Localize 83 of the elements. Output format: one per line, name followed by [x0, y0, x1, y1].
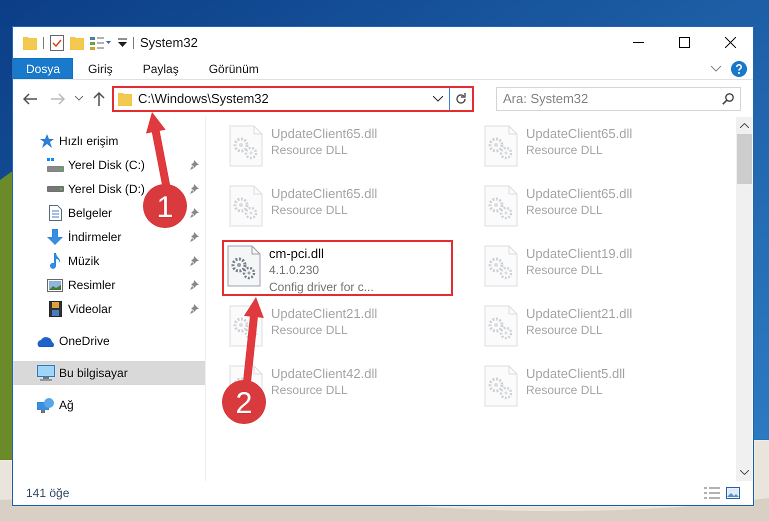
file-detail: Resource DLL	[526, 262, 604, 279]
file-detail: Resource DLL	[526, 142, 604, 159]
document-icon	[48, 205, 62, 221]
file-name: UpdateClient19.dll	[526, 245, 632, 262]
drive-icon	[46, 158, 64, 172]
large-icons-view-icon[interactable]	[726, 487, 740, 499]
minimize-icon	[632, 42, 644, 43]
file-detail: Resource DLL	[271, 142, 349, 159]
back-arrow-icon[interactable]	[23, 92, 37, 104]
chevron-down-icon[interactable]	[740, 470, 749, 475]
navigation-item[interactable]: OneDrive	[59, 332, 110, 350]
navigation-item[interactable]: Resimler	[68, 276, 116, 294]
chevron-up-icon[interactable]	[740, 123, 749, 128]
pin-icon[interactable]	[190, 256, 199, 266]
film-icon	[48, 301, 62, 317]
details-view-icon[interactable]	[704, 487, 720, 499]
folder-icon	[118, 91, 132, 106]
step-number-badge: 1	[143, 184, 187, 228]
drive-icon	[46, 185, 64, 193]
file-name: UpdateClient65.dll	[526, 125, 632, 142]
pin-icon[interactable]	[190, 280, 199, 290]
highlighted-file-tile[interactable]: cm-pci.dll 4.1.0.230 Config driver for c...	[224, 242, 451, 294]
network-icon	[37, 397, 55, 413]
file-name: UpdateClient5.dll	[526, 365, 626, 382]
music-note-icon	[50, 253, 60, 269]
navigation-item[interactable]: Bu bilgisayar	[59, 364, 128, 382]
file-detail: Resource DLL	[271, 202, 349, 219]
search-icon[interactable]	[722, 92, 734, 104]
search-field[interactable]: Ara: System32	[496, 86, 741, 110]
ribbon-tab[interactable]: Dosya	[13, 58, 74, 79]
address-bar[interactable]: C:\Windows\System32	[112, 86, 474, 112]
navigation-item[interactable]: Videolar	[68, 300, 112, 318]
navigation-item[interactable]: Hızlı erişim	[59, 132, 118, 150]
file-detail: Resource DLL	[526, 382, 604, 399]
pin-icon[interactable]	[190, 160, 199, 170]
window-title: System32	[140, 34, 198, 52]
pin-icon[interactable]	[190, 208, 199, 218]
file-detail: Config driver for c...	[269, 279, 374, 296]
dropdown-icon[interactable]	[118, 38, 127, 48]
ribbon-tab[interactable]: Paylaş	[128, 58, 194, 79]
selected-navigation-row[interactable]: Bu bilgisayar	[13, 361, 205, 385]
navigation-item[interactable]: Müzik	[68, 252, 100, 270]
file-name: UpdateClient21.dll	[271, 305, 378, 322]
file-name: UpdateClient65.dll	[271, 185, 378, 202]
scrollbar[interactable]	[736, 117, 753, 481]
navigation-item[interactable]: Belgeler	[68, 204, 112, 222]
up-arrow-icon[interactable]	[93, 92, 105, 106]
navigation-item[interactable]: Ağ	[59, 396, 74, 414]
help-icon[interactable]	[731, 60, 747, 76]
file-detail: 4.1.0.230	[269, 262, 320, 279]
item-count: 141 öğe	[26, 485, 70, 502]
file-detail: Resource DLL	[271, 322, 349, 339]
file-detail: Resource DLL	[526, 202, 604, 219]
maximize-icon	[678, 37, 690, 48]
refresh-icon[interactable]	[455, 92, 467, 104]
file-name: UpdateClient42.dll	[271, 365, 378, 382]
pin-icon[interactable]	[190, 232, 199, 242]
ribbon-tab[interactable]: Giriş	[73, 58, 128, 79]
file-detail: Resource DLL	[526, 322, 604, 339]
ribbon-tab[interactable]: Görünüm	[194, 58, 274, 79]
picture-icon	[47, 278, 63, 292]
star-icon	[38, 134, 54, 148]
cloud-icon	[37, 336, 55, 346]
address-path: C:\Windows\System32	[138, 90, 269, 108]
pin-icon[interactable]	[190, 184, 199, 194]
gear-file-icon	[227, 245, 261, 287]
file-name: UpdateClient21.dll	[526, 305, 632, 322]
navigation-item[interactable]: Yerel Disk (D:)	[68, 180, 145, 198]
down-arrow-icon	[47, 229, 63, 245]
file-name: UpdateClient65.dll	[271, 125, 378, 142]
step-number-badge: 2	[222, 380, 266, 424]
file-name: cm-pci.dll	[269, 245, 325, 262]
file-name: UpdateClient65.dll	[526, 185, 632, 202]
computer-icon	[37, 365, 55, 381]
navigation-item[interactable]: İndirmeler	[68, 228, 122, 246]
properties-icon[interactable]	[90, 36, 112, 50]
pin-icon[interactable]	[190, 304, 199, 314]
checklist-icon[interactable]	[50, 34, 64, 50]
scrollbar-thumb[interactable]	[737, 134, 752, 184]
close-icon	[724, 37, 736, 48]
chevron-down-icon[interactable]	[433, 96, 443, 102]
file-detail: Resource DLL	[271, 382, 349, 399]
navigation-item[interactable]: Yerel Disk (C:)	[68, 156, 145, 174]
